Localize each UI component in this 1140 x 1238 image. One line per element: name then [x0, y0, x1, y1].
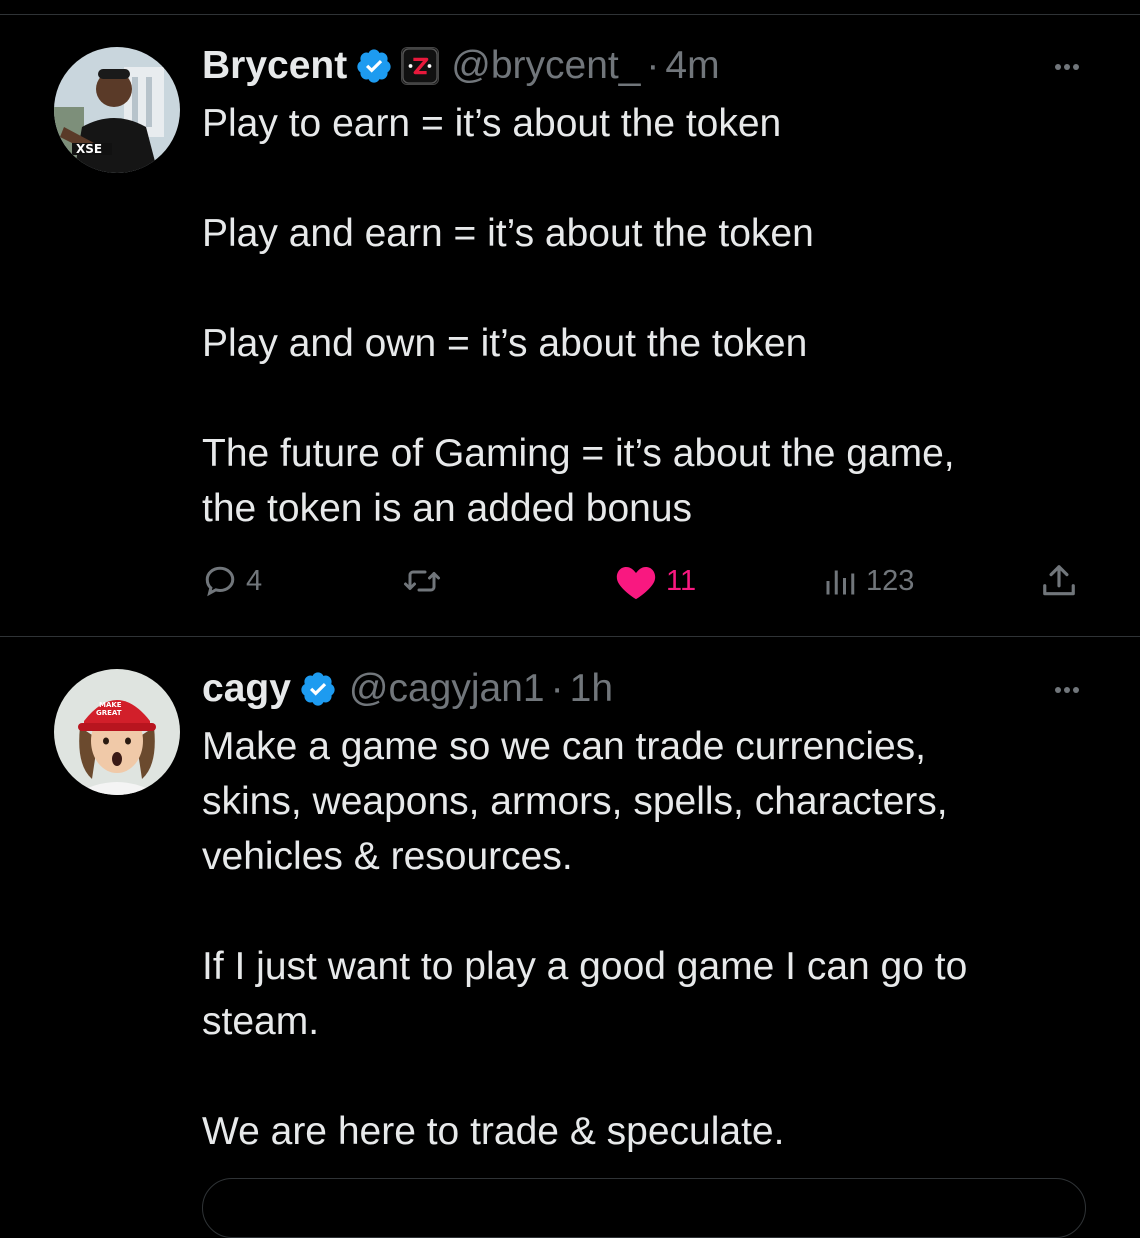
- tweet-paragraph: Play and own = it’s about the token: [202, 322, 808, 365]
- tweet-brycent[interactable]: XSE Brycent @brycent_ · 4m Play to earn …: [0, 16, 1140, 636]
- reply-count: 4: [246, 564, 263, 597]
- timestamp[interactable]: 1h: [570, 667, 613, 711]
- tweet-paragraph: If I just want to play a good game I can…: [202, 945, 968, 1043]
- tweet-cagy[interactable]: MAKE GREAT cagy @cagyjan1 · 1h Make a ga…: [0, 637, 1140, 1200]
- more-options-icon[interactable]: [1050, 673, 1084, 707]
- retweet-icon: [404, 570, 440, 592]
- reply-button[interactable]: 4: [202, 556, 262, 606]
- tweet-paragraph: Play to earn = it’s about the token: [202, 102, 782, 145]
- tweet-paragraph: Play and earn = it’s about the token: [202, 212, 814, 255]
- affiliate-logo-icon: [401, 47, 440, 85]
- svg-text:GREAT: GREAT: [96, 709, 122, 717]
- views-button[interactable]: 123: [822, 556, 914, 606]
- svg-text:XSE: XSE: [76, 142, 102, 156]
- tweet-header: Brycent @brycent_ · 4m: [202, 41, 720, 91]
- tweet-paragraph: The future of Gaming = it’s about the ga…: [202, 432, 955, 530]
- avatar-cagy[interactable]: MAKE GREAT: [54, 669, 180, 795]
- share-upload-icon: [1043, 565, 1075, 596]
- tweet-paragraph: We are here to trade & speculate.: [202, 1110, 785, 1153]
- display-name[interactable]: Brycent: [202, 44, 347, 88]
- more-options-icon[interactable]: [1050, 50, 1084, 84]
- like-count: 11: [666, 564, 697, 597]
- avatar-brycent[interactable]: XSE: [54, 47, 180, 173]
- like-button[interactable]: 11: [614, 556, 696, 606]
- retweet-button[interactable]: [402, 556, 450, 606]
- verified-badge-icon: [301, 672, 335, 706]
- user-handle[interactable]: @cagyjan1: [349, 667, 545, 711]
- timestamp[interactable]: 4m: [665, 44, 719, 88]
- top-divider: [0, 14, 1140, 15]
- reply-icon: [205, 566, 235, 597]
- tweet-body: Make a game so we can trade currencies, …: [202, 719, 1082, 1159]
- quoted-tweet-card[interactable]: [202, 1178, 1086, 1238]
- tweet-paragraph: Make a game so we can trade currencies, …: [202, 725, 948, 878]
- verified-badge-icon: [357, 49, 391, 83]
- separator-dot: ·: [646, 44, 660, 87]
- tweet-header: cagy @cagyjan1 · 1h: [202, 664, 613, 714]
- share-button[interactable]: [1040, 556, 1078, 606]
- heart-filled-icon: [616, 567, 656, 600]
- display-name[interactable]: cagy: [202, 667, 291, 711]
- tweet-body: Play to earn = it’s about the token Play…: [202, 96, 1082, 536]
- separator-dot: ·: [550, 667, 564, 710]
- tweet-actions: 4 11 123: [202, 556, 1082, 606]
- svg-text:MAKE: MAKE: [99, 701, 122, 709]
- user-handle[interactable]: @brycent_: [451, 44, 640, 88]
- views-chart-icon: [826, 570, 855, 595]
- views-count: 123: [866, 564, 915, 597]
